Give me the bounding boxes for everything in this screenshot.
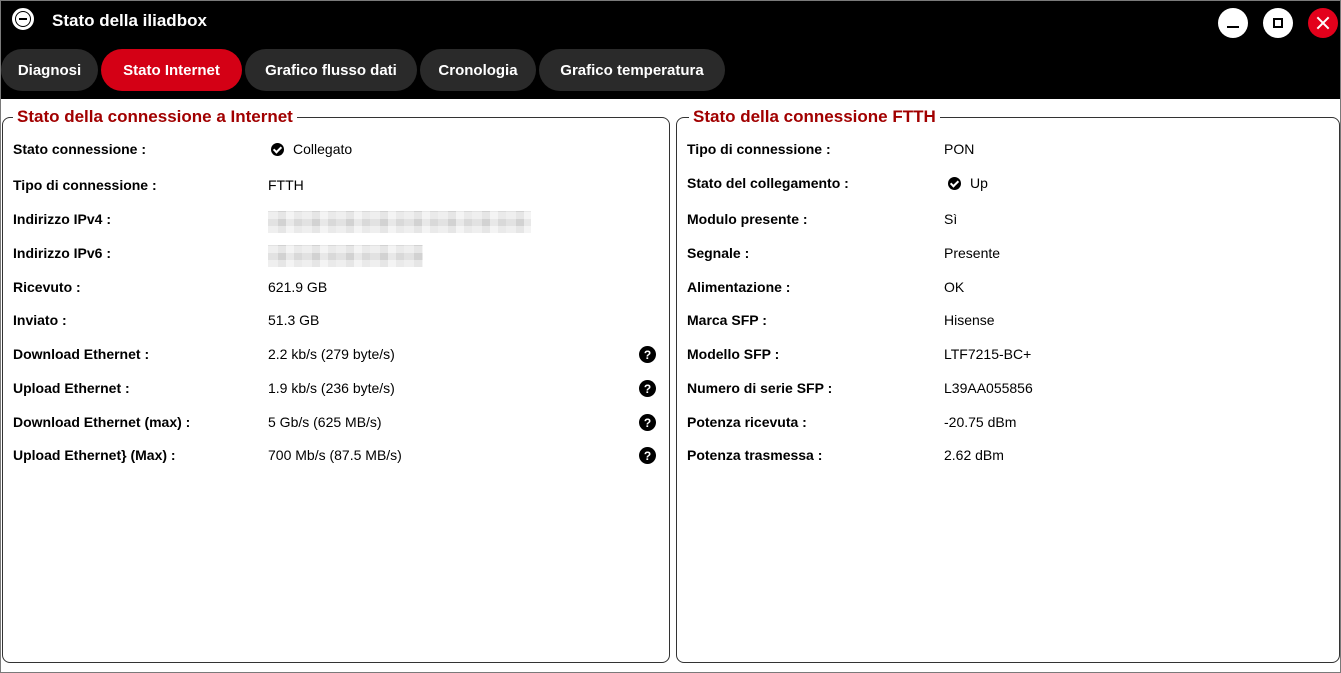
field-label: Indirizzo IPv6 : xyxy=(13,245,112,261)
field-label: Ricevuto : xyxy=(13,279,81,295)
field-value: 2.62 dBm xyxy=(944,447,1004,463)
field-value: 2.2 kb/s (279 byte/s) xyxy=(268,346,395,362)
field-value: Hisense xyxy=(944,312,995,328)
maximize-button[interactable] xyxy=(1263,8,1293,38)
ftth-status-panel: Stato della connessione FTTH Tipo di con… xyxy=(676,107,1340,663)
field-value: 700 Mb/s (87.5 MB/s) xyxy=(268,447,402,463)
minimize-button[interactable] xyxy=(1218,8,1248,38)
field-value: Collegato xyxy=(271,141,352,157)
field-value: FTTH xyxy=(268,177,304,193)
field-value: OK xyxy=(944,279,965,295)
field-value: Sì xyxy=(944,211,958,227)
field-label: Numero di serie SFP : xyxy=(687,380,833,396)
field-label: Download Ethernet (max) : xyxy=(13,414,191,430)
tab-cronologia[interactable]: Cronologia xyxy=(420,49,536,91)
app-window: Stato della iliadbox Diagnosi Stato Inte… xyxy=(0,0,1341,673)
field-value xyxy=(268,211,531,233)
panel-title: Stato della connessione a Internet xyxy=(13,107,297,127)
field-label: Marca SFP : xyxy=(687,312,767,328)
tab-grafico-flusso-dati[interactable]: Grafico flusso dati xyxy=(245,49,417,91)
tab-diagnosi[interactable]: Diagnosi xyxy=(1,49,98,91)
field-value: LTF7215-BC+ xyxy=(944,346,1032,362)
panel-title: Stato della connessione FTTH xyxy=(689,107,940,127)
title-bar[interactable]: Stato della iliadbox Diagnosi Stato Inte… xyxy=(1,1,1340,99)
tab-grafico-temperatura[interactable]: Grafico temperatura xyxy=(539,49,725,91)
field-label: Upload Ethernet : xyxy=(13,380,130,396)
field-value: 1.9 kb/s (236 byte/s) xyxy=(268,380,395,396)
field-value: 51.3 GB xyxy=(268,312,320,328)
field-label: Segnale : xyxy=(687,245,750,261)
link-status-value: Up xyxy=(970,175,988,191)
field-label: Stato connessione : xyxy=(13,141,147,157)
minimize-icon xyxy=(1227,26,1239,28)
field-value: 5 Gb/s (625 MB/s) xyxy=(268,414,382,430)
field-label: Inviato : xyxy=(13,312,67,328)
field-label: Download Ethernet : xyxy=(13,346,150,362)
iliadbox-logo-icon xyxy=(12,8,34,30)
internet-status-panel: Stato della connessione a Internet Stato… xyxy=(2,107,670,663)
check-circle-icon xyxy=(948,176,961,190)
field-value: L39AA055856 xyxy=(944,380,1033,396)
tab-stato-internet[interactable]: Stato Internet xyxy=(101,49,242,91)
field-label: Tipo di connessione : xyxy=(687,141,831,157)
check-circle-icon xyxy=(271,142,284,156)
field-value: Up xyxy=(948,175,988,191)
help-icon[interactable]: ? xyxy=(639,447,656,464)
window-title: Stato della iliadbox xyxy=(52,11,207,30)
help-icon[interactable]: ? xyxy=(639,414,656,431)
field-value xyxy=(268,245,423,267)
field-value: 621.9 GB xyxy=(268,279,328,295)
field-value: Presente xyxy=(944,245,1001,261)
field-label: Potenza trasmessa : xyxy=(687,447,823,463)
connection-status-value: Collegato xyxy=(293,141,353,157)
close-icon xyxy=(1316,16,1330,30)
field-label: Potenza ricevuta : xyxy=(687,414,807,430)
maximize-icon xyxy=(1273,18,1283,28)
field-label: Tipo di connessione : xyxy=(13,177,157,193)
help-icon[interactable]: ? xyxy=(639,380,656,397)
close-button[interactable] xyxy=(1308,8,1338,38)
field-label: Alimentazione : xyxy=(687,279,791,295)
field-value: PON xyxy=(944,141,975,157)
redacted-ipv4 xyxy=(268,211,531,233)
field-label: Modello SFP : xyxy=(687,346,780,362)
redacted-ipv6 xyxy=(268,245,423,267)
field-label: Modulo presente : xyxy=(687,211,808,227)
field-label: Indirizzo IPv4 : xyxy=(13,211,112,227)
field-label: Upload Ethernet} (Max) : xyxy=(13,447,176,463)
field-value: -20.75 dBm xyxy=(944,414,1017,430)
field-label: Stato del collegamento : xyxy=(687,175,849,191)
help-icon[interactable]: ? xyxy=(639,346,656,363)
